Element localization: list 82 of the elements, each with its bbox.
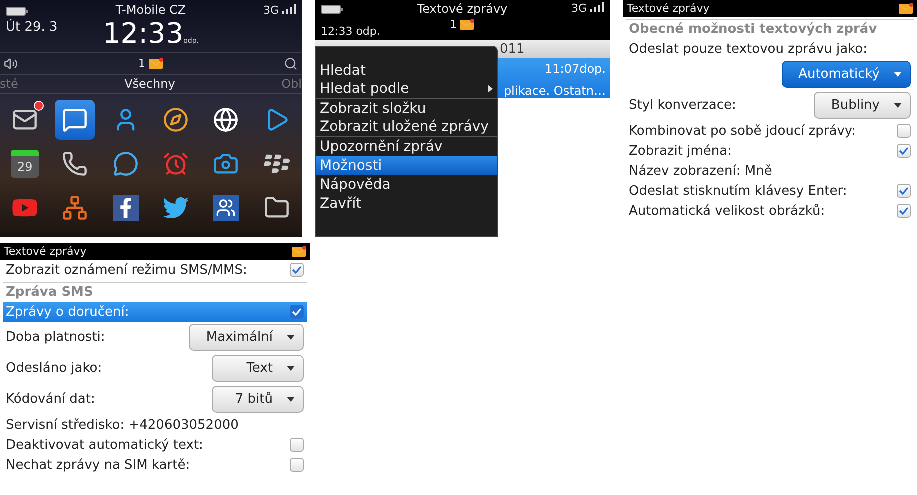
envelope-icon bbox=[460, 19, 475, 30]
date-text: Út 29. 3 bbox=[6, 20, 58, 35]
checkbox[interactable] bbox=[897, 144, 911, 158]
message-preview: plikace. Ostatn… bbox=[504, 84, 606, 98]
message-time: 11:07dop. bbox=[545, 62, 606, 76]
checkbox[interactable] bbox=[290, 438, 304, 452]
setting-label: Odeslat pouze textovou zprávu jako: bbox=[629, 42, 868, 56]
caret-icon bbox=[894, 103, 902, 108]
clock-time: 12:33 bbox=[102, 17, 184, 50]
selected-row[interactable]: Zprávy o doručení: bbox=[3, 302, 307, 322]
battery-icon bbox=[6, 7, 28, 16]
caret-icon bbox=[287, 335, 295, 340]
setting-label: Servisní středisko: +420603052000 bbox=[6, 418, 239, 432]
setting-label: Doba platnosti: bbox=[6, 330, 106, 345]
screen-title: Textové zprávy bbox=[627, 2, 710, 15]
compass-icon[interactable] bbox=[163, 107, 190, 133]
dropdown[interactable]: Maximální bbox=[189, 324, 304, 351]
dropdown[interactable]: 7 bitů bbox=[212, 386, 304, 413]
folder-icon[interactable] bbox=[264, 195, 290, 221]
setting-label: Zobrazit oznámení režimu SMS/MMS: bbox=[6, 262, 248, 278]
setting-label: Automatická velikost obrázků: bbox=[629, 204, 826, 218]
caret-icon bbox=[287, 366, 295, 371]
screen-title: Textové zprávy bbox=[4, 245, 87, 258]
setting-label: Odesláno jako: bbox=[6, 361, 102, 376]
selected-app-tile[interactable] bbox=[55, 100, 96, 140]
calendar-icon[interactable]: 29 bbox=[11, 150, 40, 178]
envelope-icon bbox=[292, 246, 307, 257]
checkbox[interactable] bbox=[290, 305, 304, 319]
dropdown[interactable]: Automatický bbox=[782, 61, 911, 88]
globe-icon[interactable] bbox=[213, 107, 240, 133]
screen-title: Textové zprávy bbox=[417, 2, 508, 16]
section-heading: Zpráva SMS bbox=[6, 285, 94, 300]
envelope-icon bbox=[899, 3, 914, 14]
menu-item[interactable]: Zobrazit složku bbox=[316, 99, 497, 118]
checkbox[interactable] bbox=[290, 458, 304, 472]
menu-item[interactable]: Hledat bbox=[316, 61, 497, 80]
network-text: 3G bbox=[263, 4, 279, 17]
setting-label: Nechat zprávy na SIM kartě: bbox=[6, 458, 190, 472]
setting-label: Kombinovat po sobě jdoucí zprávy: bbox=[629, 124, 856, 138]
caret-icon bbox=[287, 397, 295, 402]
search-icon[interactable] bbox=[284, 56, 298, 70]
setting-label: Zprávy o doručení: bbox=[6, 304, 130, 320]
signal-icon bbox=[590, 2, 604, 12]
setting-label: Název zobrazení: Mně bbox=[629, 164, 772, 178]
message-icon[interactable] bbox=[62, 107, 88, 133]
menu-item[interactable]: Hledat podle bbox=[316, 80, 497, 99]
checkbox[interactable] bbox=[290, 263, 304, 277]
battery-icon bbox=[321, 5, 343, 14]
menu-item[interactable]: Možnosti bbox=[316, 156, 497, 175]
clock-time: 12:33 odp. bbox=[321, 25, 380, 38]
setting-label: Styl konverzace: bbox=[629, 98, 736, 113]
dropdown[interactable]: Text bbox=[212, 355, 304, 382]
people-icon[interactable] bbox=[213, 195, 240, 221]
category-tab[interactable]: Všechny bbox=[124, 77, 176, 91]
unread-count: 1 bbox=[138, 57, 146, 70]
dropdown[interactable]: Bubliny bbox=[814, 92, 911, 119]
alarm-clock-icon[interactable] bbox=[163, 151, 190, 177]
menu-item[interactable]: Zobrazit uložené zprávy bbox=[316, 118, 497, 137]
setting-label: Kódování dat: bbox=[6, 392, 96, 407]
checkbox[interactable] bbox=[897, 204, 911, 218]
checkbox[interactable] bbox=[897, 184, 911, 198]
f-logo-icon[interactable] bbox=[112, 195, 139, 221]
bird-logo-icon[interactable] bbox=[163, 195, 190, 221]
section-heading: Obecné možnosti textových zpráv bbox=[629, 22, 878, 37]
signal-icon bbox=[282, 4, 296, 14]
phone-icon[interactable] bbox=[62, 151, 88, 177]
network-icon[interactable] bbox=[62, 195, 88, 221]
setting-label: Zobrazit jména: bbox=[629, 144, 732, 158]
chat-icon[interactable] bbox=[112, 151, 139, 177]
caret-icon bbox=[894, 72, 902, 77]
envelope-icon bbox=[148, 58, 164, 69]
date-header: 011 bbox=[500, 42, 525, 56]
speaker-icon[interactable] bbox=[4, 56, 18, 70]
carrier-text: T-Mobile CZ bbox=[116, 3, 186, 17]
menu-item[interactable]: Nápověda bbox=[316, 175, 497, 194]
unread-count: 1 bbox=[450, 18, 457, 31]
checkbox[interactable] bbox=[897, 124, 911, 138]
menu-item[interactable]: Zavřít bbox=[316, 194, 497, 213]
setting-label: Odeslat stisknutím klávesy Enter: bbox=[629, 184, 848, 198]
menu-item[interactable]: Upozornění zpráv bbox=[316, 137, 497, 156]
setting-label: Deaktivovat automatický text: bbox=[6, 438, 204, 452]
network-text: 3G bbox=[571, 2, 587, 15]
